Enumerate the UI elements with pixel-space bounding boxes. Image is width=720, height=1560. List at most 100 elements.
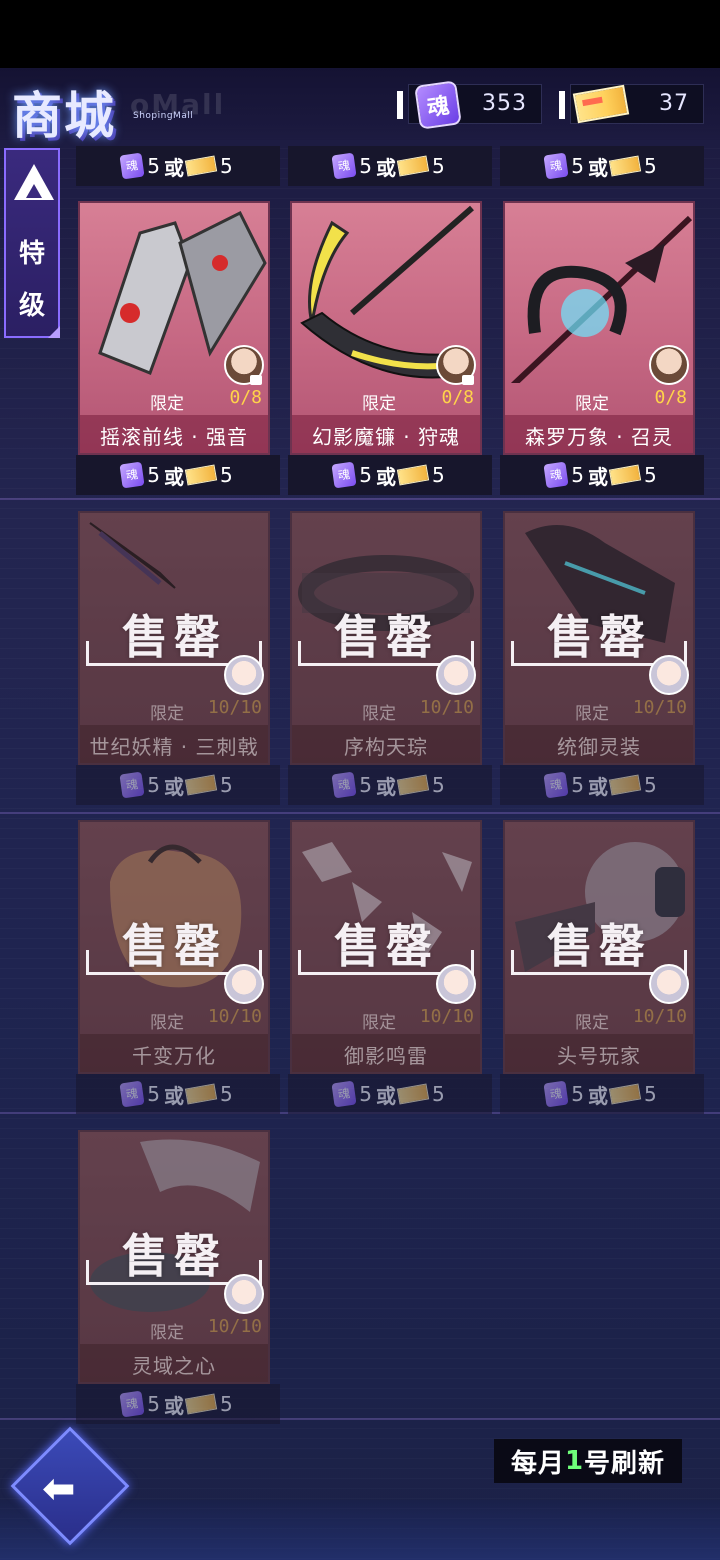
ticket-icon [396, 464, 430, 486]
stock-count: 10/10 [632, 1006, 687, 1027]
shop-item-card[interactable]: 限定 0/8 摇滚前线 · 强音 [78, 201, 270, 455]
limited-label: 限定 [362, 1013, 396, 1033]
tab-special[interactable]: 特 级 [4, 148, 60, 338]
tab-special-label: 特 级 [18, 239, 45, 321]
ticket-currency-value: 37 [659, 91, 689, 116]
ticket-icon [608, 1083, 642, 1105]
limited-label: 限定 [150, 704, 184, 724]
item-name: 御影鸣雷 [292, 1034, 480, 1072]
stock-count: 0/8 [441, 387, 474, 408]
limited-label: 限定 [362, 394, 396, 414]
item-name: 统御灵装 [505, 725, 693, 763]
price-row-prev-1: 魂5或5 [76, 146, 280, 186]
soul-icon: 魂 [331, 461, 357, 489]
shop-item-card-sold[interactable]: 售罄 限定 10/10 序构天琮 [290, 511, 482, 765]
price-tag: 魂5或5 [500, 765, 704, 805]
ticket-icon [608, 774, 642, 796]
stock-count: 0/8 [654, 387, 687, 408]
ticket-icon [572, 84, 630, 124]
ticket-icon [184, 155, 218, 177]
ticket-icon [184, 774, 218, 796]
shop-item-card-sold[interactable]: 售罄 限定 10/10 御影鸣雷 [290, 820, 482, 1074]
limited-label: 限定 [362, 704, 396, 724]
soul-icon: 魂 [543, 461, 569, 489]
character-avatar [224, 964, 264, 1004]
stock-count: 0/8 [229, 387, 262, 408]
character-avatar [649, 345, 689, 385]
stock-count: 10/10 [419, 1006, 474, 1027]
ticket-icon [396, 155, 430, 177]
soul-icon: 魂 [543, 771, 569, 799]
ticket-icon [184, 1393, 218, 1415]
ticket-currency: 37 [559, 84, 704, 124]
item-name: 序构天琮 [292, 725, 480, 763]
soul-icon: 魂 [543, 1080, 569, 1108]
limited-label: 限定 [575, 394, 609, 414]
stock-count: 10/10 [207, 1006, 262, 1027]
soul-icon: 魂 [414, 80, 462, 130]
refresh-note: 每月 1 号刷新 [494, 1439, 682, 1483]
stock-count: 10/10 [632, 697, 687, 718]
soul-currency: 魂 353 [397, 80, 542, 130]
ticket-icon [184, 1083, 218, 1105]
character-avatar [224, 655, 264, 695]
price-tag: 魂5或5 [76, 765, 280, 805]
character-avatar [436, 964, 476, 1004]
price-row-prev-2: 魂5或5 [288, 146, 492, 186]
ticket-icon [608, 464, 642, 486]
lock-icon [462, 375, 474, 385]
soul-icon: 魂 [119, 461, 145, 489]
soul-icon: 魂 [119, 1390, 145, 1418]
price-tag: 魂5或5 [288, 765, 492, 805]
status-bar [0, 0, 720, 68]
shop-item-card[interactable]: 限定 0/8 幻影魔镰 · 狩魂 [290, 201, 482, 455]
ticket-icon [608, 155, 642, 177]
character-avatar [436, 655, 476, 695]
character-avatar [224, 1274, 264, 1314]
lock-icon [250, 375, 262, 385]
limited-label: 限定 [150, 394, 184, 414]
stock-count: 10/10 [419, 697, 474, 718]
page-title: 商城 [12, 87, 116, 145]
item-name: 幻影魔镰 · 狩魂 [292, 415, 480, 453]
limited-label: 限定 [575, 1013, 609, 1033]
page-subtitle: ShopingMall [133, 111, 194, 121]
ticket-icon [396, 1083, 430, 1105]
item-name: 千变万化 [80, 1034, 268, 1072]
soul-icon: 魂 [543, 152, 569, 180]
ticket-icon [184, 464, 218, 486]
stock-count: 10/10 [207, 697, 262, 718]
shop-item-card-sold[interactable]: 售罄 限定 10/10 头号玩家 [503, 820, 695, 1074]
item-name: 摇滚前线 · 强音 [80, 415, 268, 453]
character-avatar [649, 655, 689, 695]
shop-item-card-sold[interactable]: 售罄 限定 10/10 灵域之心 [78, 1130, 270, 1384]
limited-label: 限定 [150, 1323, 184, 1343]
item-name: 世纪妖精 · 三刺戟 [80, 725, 268, 763]
ticket-icon [396, 774, 430, 796]
item-name: 头号玩家 [505, 1034, 693, 1072]
limited-label: 限定 [150, 1013, 184, 1033]
soul-currency-value: 353 [482, 91, 527, 116]
shop-item-card[interactable]: 限定 0/8 森罗万象 · 召灵 [503, 201, 695, 455]
shop-item-card-sold[interactable]: 售罄 限定 10/10 统御灵装 [503, 511, 695, 765]
shop-item-card-sold[interactable]: 售罄 限定 10/10 世纪妖精 · 三刺戟 [78, 511, 270, 765]
price-tag: 魂5或5 [76, 1074, 280, 1114]
back-arrow-icon: ⬅ [42, 1466, 76, 1512]
shop-item-card-sold[interactable]: 售罄 限定 10/10 千变万化 [78, 820, 270, 1074]
price-tag: 魂5或5 [288, 455, 492, 495]
price-tag: 魂5或5 [500, 1074, 704, 1114]
item-name: 灵域之心 [80, 1344, 268, 1382]
limited-label: 限定 [575, 704, 609, 724]
soul-icon: 魂 [119, 1080, 145, 1108]
price-tag: 魂5或5 [76, 1384, 280, 1424]
price-tag: 魂5或5 [500, 455, 704, 495]
soul-icon: 魂 [331, 771, 357, 799]
back-button[interactable]: ⬅ [10, 1426, 130, 1546]
item-name: 森罗万象 · 召灵 [505, 415, 693, 453]
soul-icon: 魂 [331, 1080, 357, 1108]
soul-icon: 魂 [119, 152, 145, 180]
price-row-prev-3: 魂5或5 [500, 146, 704, 186]
stock-count: 10/10 [207, 1316, 262, 1337]
soul-icon: 魂 [119, 771, 145, 799]
character-avatar [649, 964, 689, 1004]
